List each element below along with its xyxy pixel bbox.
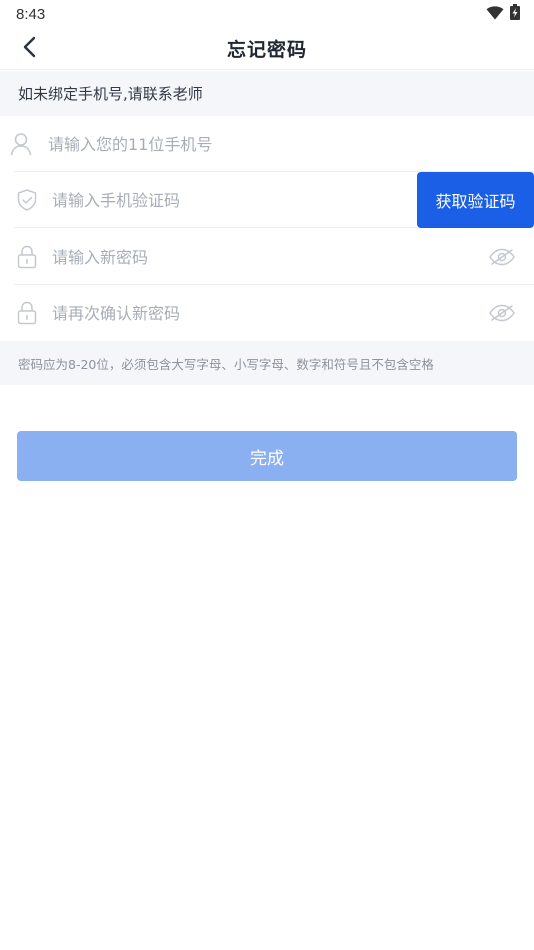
verification-code-input[interactable] (52, 180, 402, 220)
confirm-password-visibility-toggle[interactable] (488, 302, 516, 324)
new-password-row (0, 229, 534, 285)
notice-banner: 如未绑定手机号,请联系老师 (0, 71, 534, 116)
status-bar: 8:43 (0, 0, 534, 28)
shield-check-icon (14, 187, 40, 213)
battery-charging-icon (510, 4, 520, 24)
lock-icon (14, 300, 40, 326)
confirm-password-row (0, 285, 534, 341)
password-hint: 密码应为8-20位，必须包含大写字母、小写字母、数字和符号且不包含空格 (0, 341, 534, 385)
status-icons (486, 4, 520, 24)
code-row: 获取验证码 (0, 172, 534, 228)
nav-bar: 忘记密码 (0, 28, 534, 70)
chevron-left-icon (22, 36, 36, 62)
page-title: 忘记密码 (226, 39, 307, 61)
phone-row (0, 116, 534, 172)
user-icon (8, 131, 34, 157)
get-code-button[interactable]: 获取验证码 (417, 172, 534, 228)
lock-icon (14, 244, 40, 270)
eye-off-icon (489, 304, 515, 322)
wifi-icon (486, 5, 504, 24)
password-hint-text: 密码应为8-20位，必须包含大写字母、小写字母、数字和符号且不包含空格 (18, 356, 434, 372)
notice-text: 如未绑定手机号,请联系老师 (18, 85, 203, 103)
status-time: 8:43 (16, 5, 46, 23)
new-password-input[interactable] (52, 237, 472, 277)
phone-input[interactable] (48, 124, 508, 164)
divider (14, 227, 417, 228)
eye-off-icon (489, 248, 515, 266)
confirm-password-input[interactable] (52, 293, 472, 333)
back-button[interactable] (14, 34, 44, 64)
submit-button[interactable]: 完成 (17, 431, 517, 481)
password-visibility-toggle[interactable] (488, 246, 516, 268)
